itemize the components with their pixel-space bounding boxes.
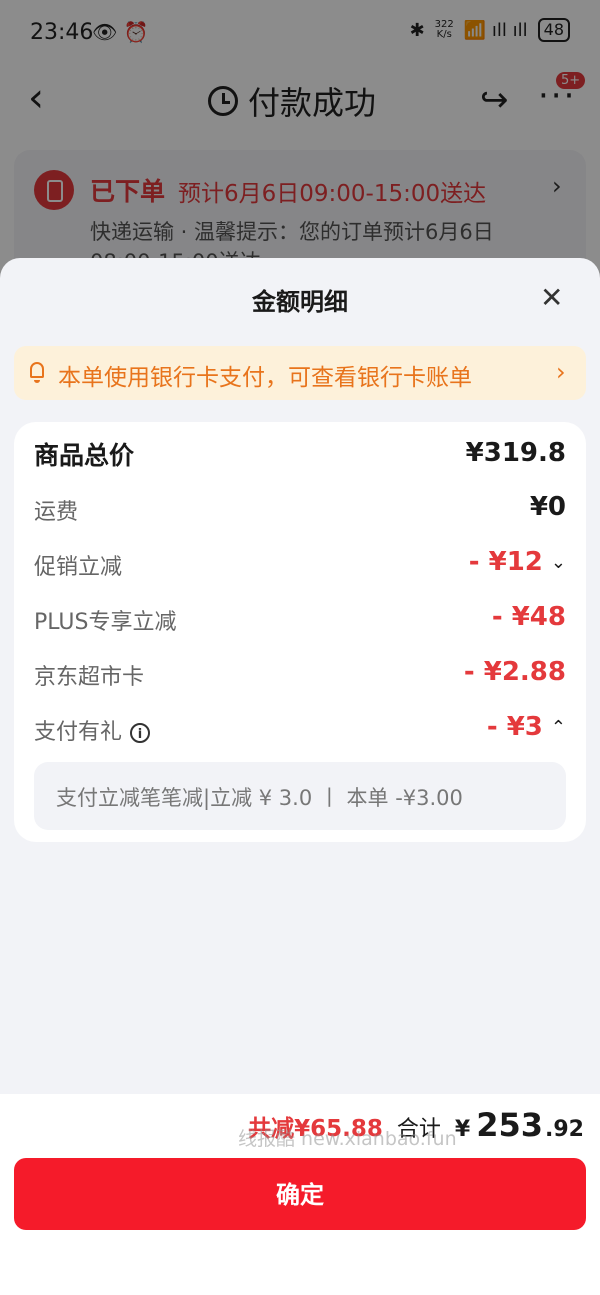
row-plus-discount: PLUS专享立减 - ¥48: [34, 600, 566, 640]
total-integer: 253: [476, 1106, 544, 1144]
total-currency: ¥: [454, 1117, 471, 1142]
row-value: - ¥3 ⌃: [487, 712, 566, 742]
row-label: 京东超市卡: [34, 665, 145, 690]
total-decimal: .92: [545, 1117, 584, 1142]
row-label: 运费: [34, 500, 79, 525]
row-goods-total: 商品总价 ¥319.8: [34, 436, 566, 476]
info-icon[interactable]: i: [130, 723, 151, 743]
row-supermarket-card: 京东超市卡 - ¥2.88: [34, 655, 566, 695]
amount-detail-sheet: 金额明细 ✕ 本单使用银行卡支付，可查看银行卡账单 › 商品总价 ¥319.8 …: [0, 258, 600, 1295]
row-promotion[interactable]: 促销立减 - ¥12 ⌄: [34, 545, 566, 585]
confirm-button[interactable]: 确定: [14, 1158, 586, 1230]
notice-text: 本单使用银行卡支付，可查看银行卡账单: [58, 365, 472, 391]
pay-gift-detail-text: 支付立减笔笔减|立减 ¥ 3.0 丨 本单 -¥3.00: [56, 786, 463, 810]
sheet-title: 金额明细: [252, 288, 348, 316]
chevron-down-icon[interactable]: ⌄: [551, 552, 566, 573]
row-value: ¥0: [530, 492, 566, 522]
bank-card-notice[interactable]: 本单使用银行卡支付，可查看银行卡账单 ›: [14, 346, 586, 400]
row-label: 支付有礼 i: [34, 714, 151, 746]
pay-gift-detail: 支付立减笔笔减|立减 ¥ 3.0 丨 本单 -¥3.00: [34, 762, 566, 830]
pay-gift-value: - ¥3: [486, 712, 543, 742]
shipping-value: ¥0: [529, 492, 566, 522]
chevron-right-icon: ›: [556, 358, 566, 386]
row-value: - ¥12 ⌄: [469, 547, 566, 577]
goods-total-value: ¥319.8: [465, 438, 566, 468]
row-value: - ¥2.88: [464, 657, 566, 687]
row-pay-gift[interactable]: 支付有礼 i - ¥3 ⌃: [34, 710, 566, 750]
row-label: 商品总价: [34, 441, 135, 470]
bell-icon: [30, 362, 44, 383]
row-label: 促销立减: [34, 555, 123, 580]
watermark: 线报酷 new.xianbao.fun: [238, 1128, 457, 1150]
plus-discount-value: - ¥48: [491, 602, 566, 632]
row-value: - ¥48: [492, 602, 566, 632]
row-shipping: 运费 ¥0: [34, 490, 566, 530]
supermarket-card-value: - ¥2.88: [463, 657, 566, 687]
amount-card: 商品总价 ¥319.8 运费 ¥0 促销立减 - ¥12 ⌄ PLUS专享立减 -…: [14, 422, 586, 842]
chevron-up-icon[interactable]: ⌃: [551, 717, 566, 738]
row-value: ¥319.8: [466, 438, 566, 468]
promotion-value: - ¥12: [468, 547, 543, 577]
row-label: PLUS专享立减: [34, 610, 177, 635]
dim-overlay[interactable]: [0, 0, 600, 300]
close-icon[interactable]: ✕: [540, 284, 563, 312]
footer-bar: 共减¥65.88 合计 ¥ 253 .92 线报酷 new.xianbao.fu…: [0, 1094, 600, 1295]
background-page: 23:46 👁 ⏰ ✱ 322 K/s 📶 ıll ıll 48 ‹ 付款成功 …: [0, 0, 600, 300]
pay-gift-label: 支付有礼: [34, 720, 123, 745]
